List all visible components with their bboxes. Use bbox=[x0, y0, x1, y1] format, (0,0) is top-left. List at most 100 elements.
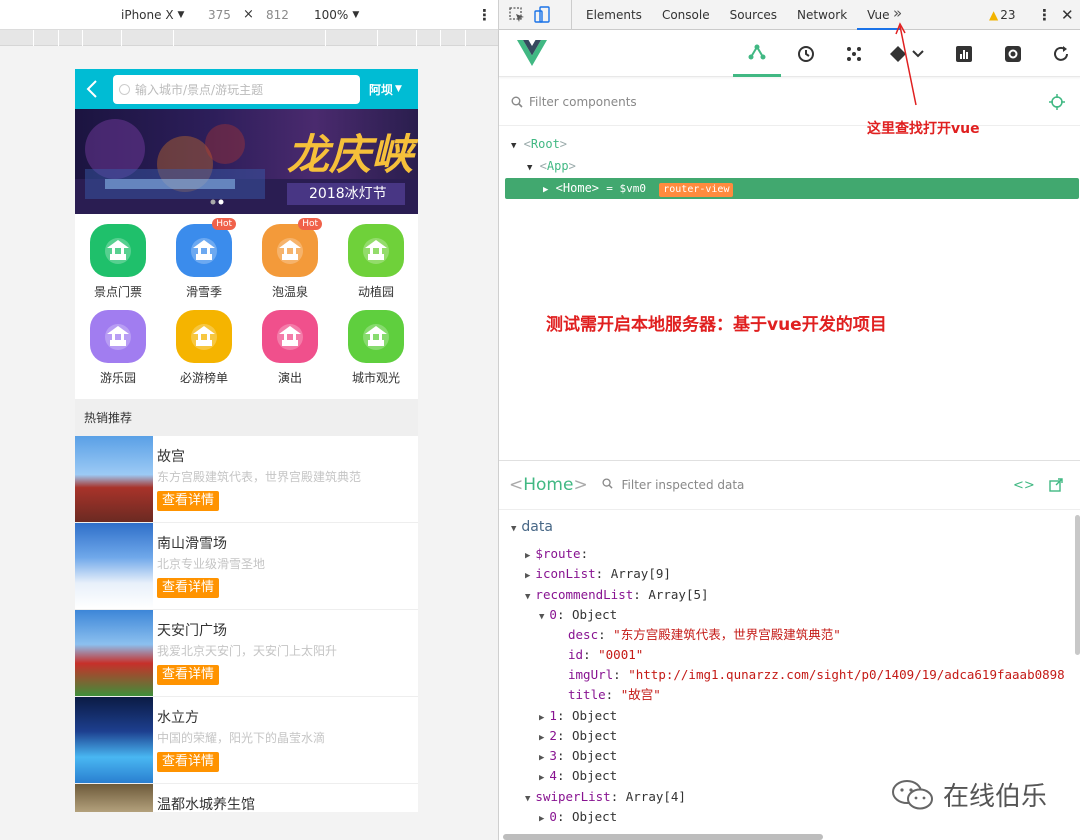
tab-network[interactable]: Network bbox=[787, 0, 857, 30]
tab-elements[interactable]: Elements bbox=[576, 0, 652, 30]
list-item[interactable]: 故宫 东方宫殿建筑代表，世界宫殿建筑典范 查看详情 bbox=[75, 436, 418, 523]
icon-grid-item[interactable]: 演出 bbox=[247, 300, 333, 386]
zoo-icon bbox=[348, 224, 404, 277]
property-value: Object bbox=[572, 809, 618, 824]
data-property[interactable]: ▼ recommendList: Array[5] bbox=[525, 585, 709, 605]
media-query-ruler[interactable] bbox=[0, 30, 498, 46]
hot-badge: Hot bbox=[298, 218, 322, 230]
warning-count: 23 bbox=[1000, 8, 1016, 22]
search-placeholder: 输入城市/景点/游玩主题 bbox=[135, 83, 264, 97]
carousel-icon bbox=[90, 310, 146, 363]
show-icon bbox=[262, 310, 318, 363]
detail-button[interactable]: 查看详情 bbox=[157, 752, 220, 772]
list-item[interactable]: 天安门广场 我爱北京天安门，天安门上太阳升 查看详情 bbox=[75, 610, 418, 697]
item-title: 天安门广场 bbox=[157, 623, 227, 639]
history-icon[interactable] bbox=[782, 30, 830, 77]
vertical-scrollbar[interactable] bbox=[1075, 515, 1080, 655]
data-property[interactable]: ▶ 0: Object bbox=[539, 807, 617, 827]
tree-node-home[interactable]: ▶ <Home> = $vm0 router-view bbox=[543, 178, 734, 198]
filter-components-input[interactable]: Filter components bbox=[499, 78, 1080, 126]
select-component-icon[interactable] bbox=[1049, 94, 1065, 113]
data-property[interactable]: ▶ 3: Object bbox=[539, 746, 617, 766]
data-property[interactable]: id: "0001" bbox=[568, 645, 643, 665]
collapse-arrow-icon: ▶ bbox=[539, 753, 545, 763]
vuex-icon[interactable] bbox=[830, 30, 878, 77]
search-icon bbox=[511, 96, 523, 108]
height-field[interactable]: 812 bbox=[266, 8, 289, 22]
property-key: swiperList bbox=[535, 789, 611, 804]
search-input[interactable]: 输入城市/景点/游玩主题 bbox=[113, 75, 360, 104]
filter-inspected-input[interactable]: Filter inspected data bbox=[602, 478, 744, 492]
detail-button[interactable]: 查看详情 bbox=[157, 665, 220, 685]
section-title: 热销推荐 bbox=[75, 399, 418, 436]
data-property[interactable]: ▶ $route: bbox=[525, 544, 588, 564]
tree-node-root[interactable]: ▼ <Root> bbox=[511, 134, 567, 154]
property-key: 1 bbox=[549, 708, 557, 723]
item-title: 温都水城养生馆 bbox=[157, 797, 255, 812]
list-item[interactable]: 温都水城养生馆 bbox=[75, 784, 418, 812]
data-property[interactable]: ▶ iconList: Array[9] bbox=[525, 564, 671, 584]
property-key: 0 bbox=[549, 809, 557, 824]
code-icon[interactable]: <> bbox=[1013, 478, 1035, 493]
icon-grid-item[interactable]: 景点门票 bbox=[75, 214, 161, 300]
settings-menu-icon[interactable]: ⋮ bbox=[1037, 6, 1052, 24]
icon-grid-item[interactable]: Hot 滑雪季 bbox=[161, 214, 247, 300]
city-select[interactable]: 阿坝 ▼ bbox=[369, 69, 402, 109]
detail-button[interactable]: 查看详情 bbox=[157, 578, 220, 598]
data-property[interactable]: ▼ swiperList: Array[4] bbox=[525, 787, 686, 807]
data-property[interactable]: desc: "东方宫殿建筑代表，世界宫殿建筑典范" bbox=[568, 625, 841, 645]
node-name: App bbox=[546, 159, 569, 173]
components-tab-icon[interactable] bbox=[733, 30, 781, 77]
recommend-list: 故宫 东方宫殿建筑代表，世界宫殿建筑典范 查看详情 南山滑雪场 北京专业级滑雪圣地 查看详… bbox=[75, 436, 418, 812]
expand-arrow-icon: ▼ bbox=[527, 163, 533, 173]
refresh-icon[interactable] bbox=[1037, 30, 1080, 77]
data-property[interactable]: ▶ 2: Object bbox=[539, 726, 617, 746]
ticket-icon bbox=[90, 224, 146, 277]
castle-icon bbox=[176, 310, 232, 363]
width-field[interactable]: 375 bbox=[208, 8, 231, 22]
zoom-select[interactable]: 100% ▼ bbox=[314, 8, 359, 22]
open-external-icon[interactable] bbox=[1049, 478, 1063, 495]
tree-node-app[interactable]: ▼ <App> bbox=[527, 156, 576, 176]
settings-icon[interactable] bbox=[989, 30, 1037, 77]
thumbnail-image bbox=[75, 784, 153, 812]
thumbnail-image bbox=[75, 523, 153, 609]
banner-title: 龙庆峡 bbox=[287, 130, 414, 179]
more-options-icon[interactable]: ⋮ bbox=[477, 6, 492, 24]
tower-icon bbox=[348, 310, 404, 363]
icon-grid-item[interactable]: Hot 泡温泉 bbox=[247, 214, 333, 300]
property-value: Object bbox=[572, 768, 618, 783]
data-property[interactable]: imgUrl: "http://img1.qunarzz.com/sight/p… bbox=[568, 665, 1065, 685]
data-section-header[interactable]: ▼ data bbox=[511, 517, 553, 537]
warning-counter[interactable]: ▲ 23 bbox=[989, 0, 1016, 30]
device-select[interactable]: iPhone X ▼ bbox=[121, 8, 184, 22]
horizontal-scrollbar[interactable] bbox=[503, 834, 823, 840]
tab-sources[interactable]: Sources bbox=[720, 0, 787, 30]
icon-grid-item[interactable]: 城市观光 bbox=[333, 300, 418, 386]
collapse-arrow-icon: ▶ bbox=[543, 185, 549, 195]
back-icon[interactable] bbox=[75, 69, 109, 109]
warning-icon: ▲ bbox=[989, 8, 999, 22]
inspector-header: <Home> Filter inspected data <> bbox=[499, 460, 1080, 510]
inspect-element-icon[interactable] bbox=[509, 7, 525, 26]
tab-console[interactable]: Console bbox=[652, 0, 720, 30]
data-property[interactable]: ▼ 0: Object bbox=[539, 605, 617, 625]
close-icon[interactable]: ✕ bbox=[1061, 6, 1074, 24]
swiper-banner[interactable]: 龙庆峡 2018冰灯节 bbox=[75, 109, 418, 214]
device-toolbar-icon[interactable] bbox=[534, 6, 550, 27]
data-property[interactable]: ▶ 1: Object bbox=[539, 706, 617, 726]
detail-button[interactable]: 查看详情 bbox=[157, 491, 220, 511]
list-item[interactable]: 南山滑雪场 北京专业级滑雪圣地 查看详情 bbox=[75, 523, 418, 610]
property-key: iconList bbox=[535, 566, 596, 581]
data-property[interactable]: title: "故宫" bbox=[568, 685, 661, 705]
icon-grid-item[interactable]: 动植园 bbox=[333, 214, 418, 300]
icon-grid-item[interactable]: 必游榜单 bbox=[161, 300, 247, 386]
icon-grid-item[interactable]: 游乐园 bbox=[75, 300, 161, 386]
list-item[interactable]: 水立方 中国的荣耀，阳光下的晶莹水滴 查看详情 bbox=[75, 697, 418, 784]
icon-label: 景点门票 bbox=[93, 285, 142, 299]
item-desc: 北京专业级滑雪圣地 bbox=[157, 557, 266, 571]
property-value: "故宫" bbox=[620, 687, 661, 702]
data-property[interactable]: ▶ 4: Object bbox=[539, 766, 617, 786]
watermark-text: 在线伯乐 bbox=[943, 782, 1048, 812]
performance-icon[interactable] bbox=[940, 30, 988, 77]
